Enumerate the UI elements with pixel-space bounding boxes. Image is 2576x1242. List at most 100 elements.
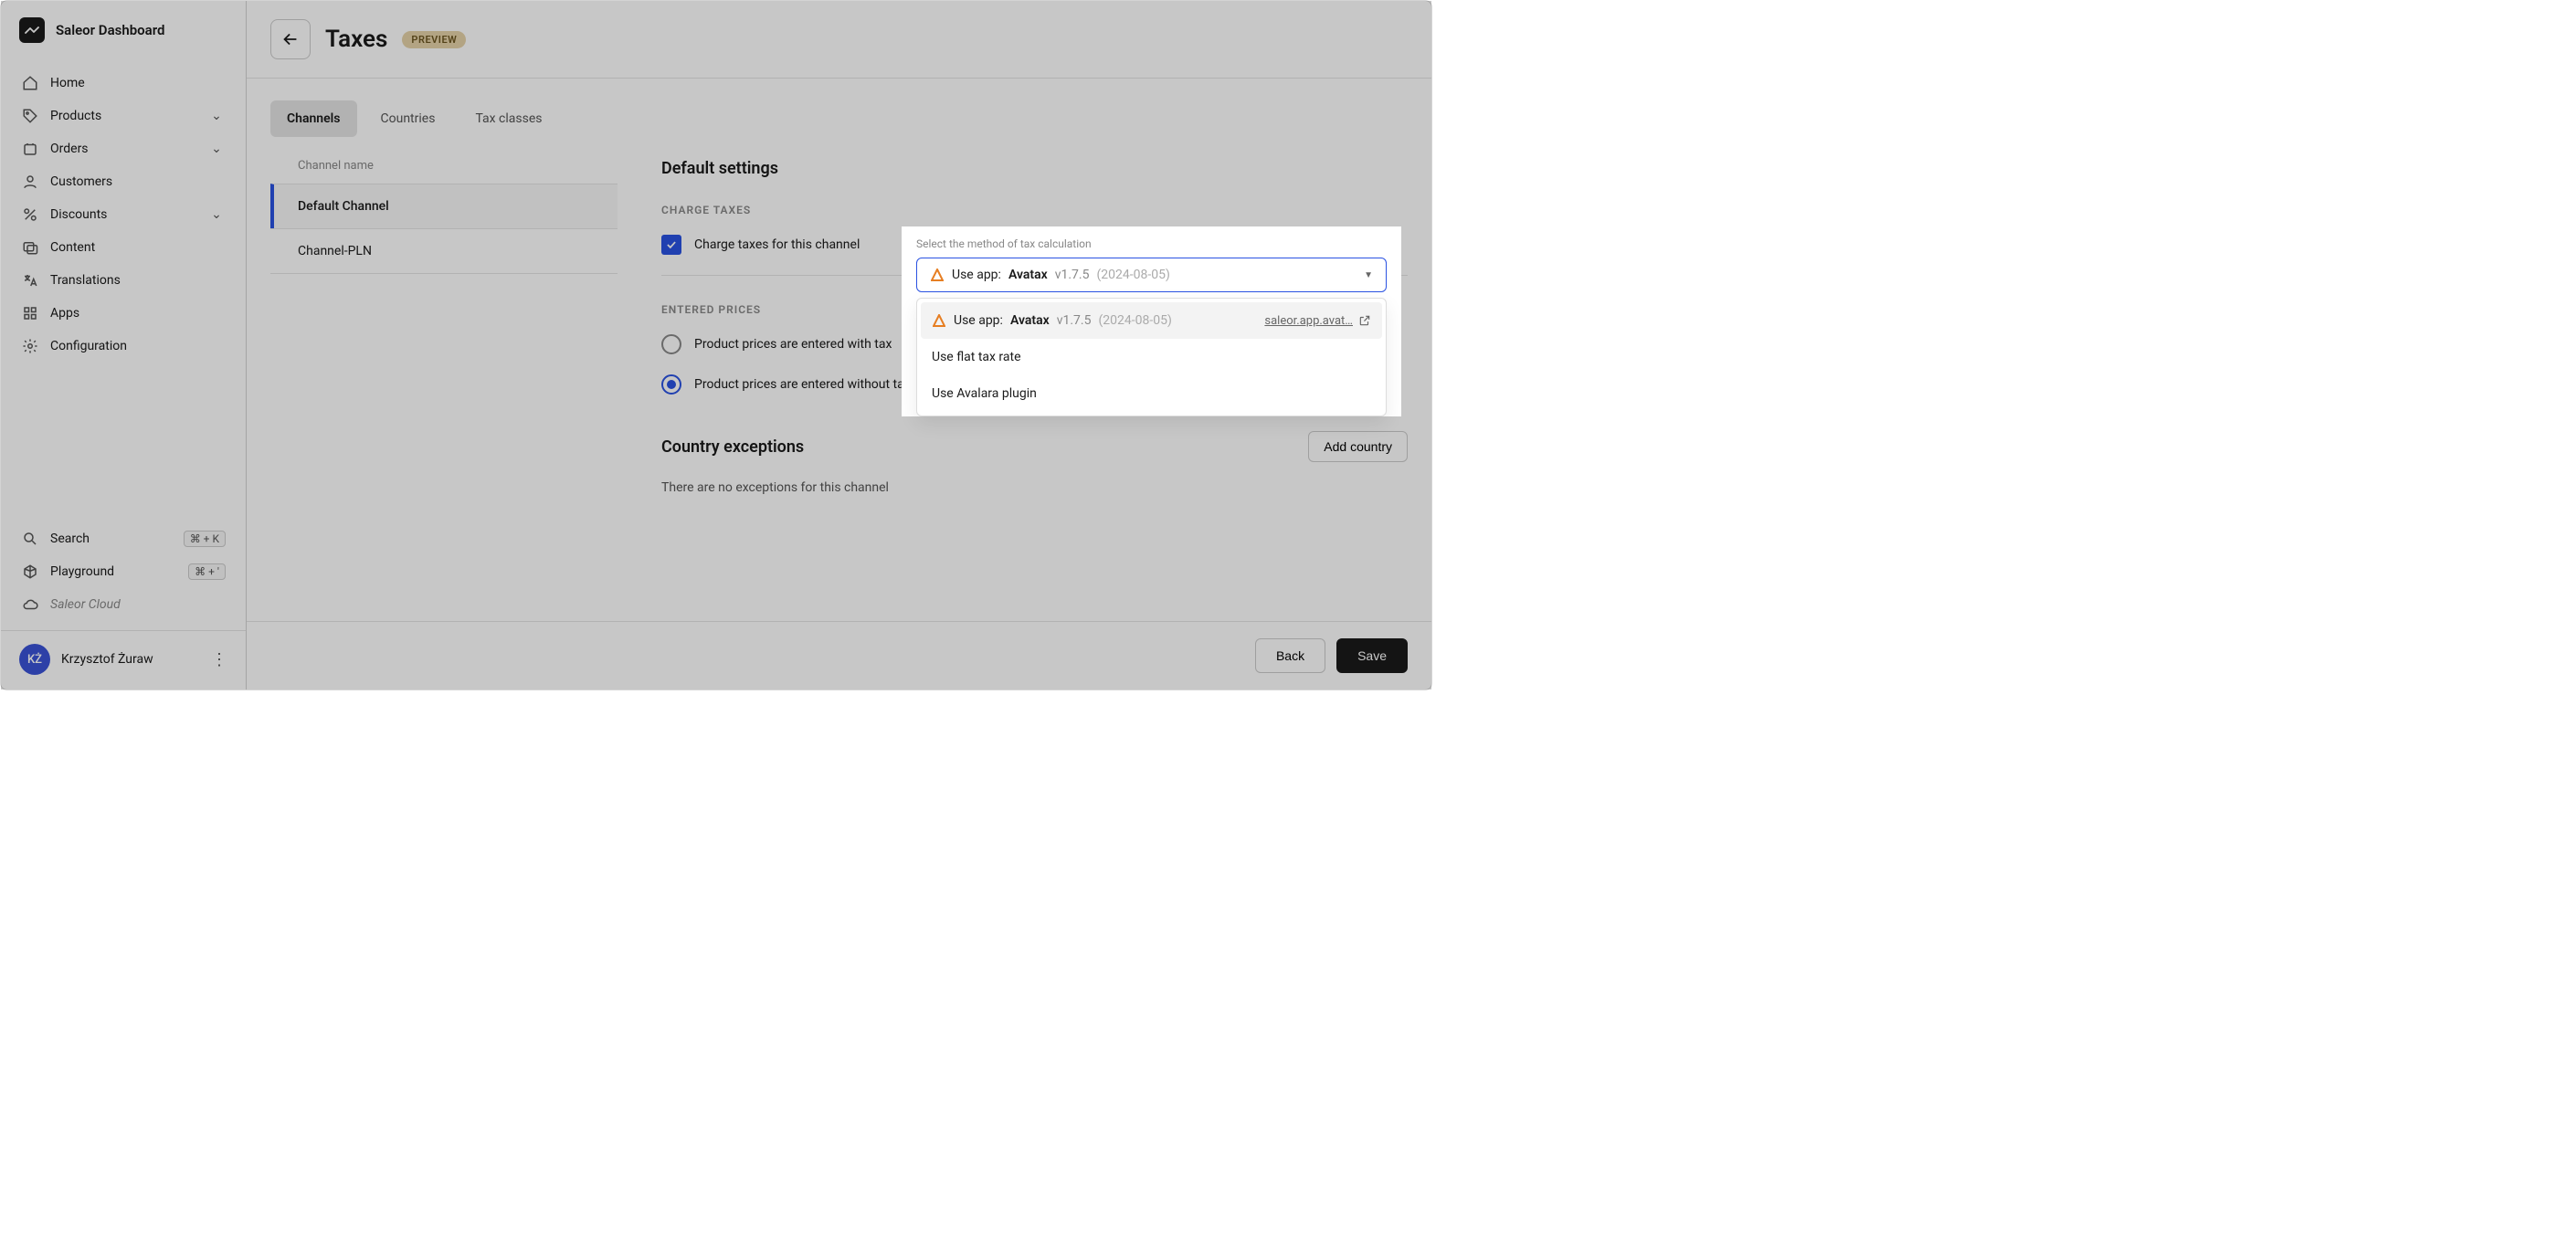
page-title: Taxes bbox=[325, 26, 387, 53]
prices-without-tax-radio[interactable] bbox=[661, 374, 681, 395]
select-date: (2024-08-05) bbox=[1096, 268, 1169, 282]
tab-tax-classes[interactable]: Tax classes bbox=[459, 100, 558, 137]
playground-kbd: ⌘ + ' bbox=[188, 563, 226, 580]
sidebar-item-content[interactable]: Content bbox=[10, 231, 237, 264]
sidebar-item-label: Configuration bbox=[50, 339, 127, 353]
prices-with-tax-radio[interactable] bbox=[661, 334, 681, 354]
sidebar-item-playground[interactable]: Playground ⌘ + ' bbox=[10, 555, 237, 588]
arrow-left-icon bbox=[280, 29, 301, 49]
channel-list-header: Channel name bbox=[270, 159, 618, 184]
avatar: KŻ bbox=[19, 644, 50, 675]
user-row: KŻ Krzysztof Żuraw ⋮ bbox=[1, 630, 246, 677]
tabs: Channels Countries Tax classes bbox=[270, 100, 1408, 137]
option-use-app: Use app: bbox=[954, 313, 1003, 328]
option-date: (2024-08-05) bbox=[1098, 313, 1171, 328]
back-form-button[interactable]: Back bbox=[1255, 638, 1325, 673]
save-button[interactable]: Save bbox=[1336, 638, 1408, 673]
charge-taxes-label: Charge taxes for this channel bbox=[694, 237, 860, 252]
sidebar-item-translations[interactable]: Translations bbox=[10, 264, 237, 297]
sidebar-item-products[interactable]: Products ⌄ bbox=[10, 100, 237, 132]
check-icon bbox=[665, 238, 678, 251]
select-version: v1.7.5 bbox=[1055, 268, 1090, 282]
add-country-button[interactable]: Add country bbox=[1308, 431, 1408, 462]
preview-badge: PREVIEW bbox=[402, 31, 466, 48]
sidebar-item-label: Search bbox=[50, 532, 90, 546]
option-label: Use flat tax rate bbox=[932, 350, 1021, 364]
brand-logo bbox=[19, 17, 45, 43]
cloud-icon bbox=[21, 595, 39, 614]
apps-icon bbox=[21, 304, 39, 322]
playground-icon bbox=[21, 563, 39, 581]
channel-list: Channel name Default Channel Channel-PLN bbox=[270, 159, 618, 495]
sidebar-item-cloud[interactable]: Saleor Cloud bbox=[10, 588, 237, 621]
brand: Saleor Dashboard bbox=[1, 14, 246, 59]
avatax-icon bbox=[930, 268, 945, 282]
home-icon bbox=[21, 74, 39, 92]
chevron-down-icon: ⌄ bbox=[207, 205, 226, 224]
sidebar-item-orders[interactable]: Orders ⌄ bbox=[10, 132, 237, 165]
tax-method-select[interactable]: Use app: Avatax v1.7.5 (2024-08-05) ▼ bbox=[916, 258, 1387, 292]
sidebar-item-label: Home bbox=[50, 76, 85, 90]
tag-icon bbox=[21, 107, 39, 125]
option-link-text: saleor.app.avat… bbox=[1264, 314, 1353, 328]
gear-icon bbox=[21, 337, 39, 355]
sidebar-item-label: Customers bbox=[50, 174, 112, 189]
prices-without-tax-label: Product prices are entered without tax bbox=[694, 377, 911, 392]
option-version: v1.7.5 bbox=[1057, 313, 1092, 328]
dropdown-option-avalara[interactable]: Use Avalara plugin bbox=[921, 375, 1382, 412]
sidebar-item-label: Saleor Cloud bbox=[50, 597, 121, 612]
charge-taxes-heading: CHARGE TAXES bbox=[661, 204, 1408, 216]
prices-with-tax-label: Product prices are entered with tax bbox=[694, 337, 892, 352]
channel-item[interactable]: Channel-PLN bbox=[270, 228, 618, 274]
sidebar-item-apps[interactable]: Apps bbox=[10, 297, 237, 330]
chevron-down-icon: ⌄ bbox=[207, 140, 226, 158]
orders-icon bbox=[21, 140, 39, 158]
nav-bottom: Search ⌘ + K Playground ⌘ + ' Saleor Clo… bbox=[1, 519, 246, 625]
sidebar-item-label: Translations bbox=[50, 273, 121, 288]
tax-method-dropdown: Use app: Avatax v1.7.5 (2024-08-05) sale… bbox=[916, 298, 1387, 416]
user-name: Krzysztof Żuraw bbox=[61, 652, 153, 667]
tab-channels[interactable]: Channels bbox=[270, 100, 357, 137]
channel-item[interactable]: Default Channel bbox=[270, 184, 618, 228]
select-app-name: Avatax bbox=[1008, 268, 1048, 282]
sidebar-item-configuration[interactable]: Configuration bbox=[10, 330, 237, 363]
back-button[interactable] bbox=[270, 19, 311, 59]
select-label: Select the method of tax calculation bbox=[916, 237, 1387, 250]
option-app-name: Avatax bbox=[1010, 313, 1050, 328]
search-icon bbox=[21, 530, 39, 548]
topbar: Taxes PREVIEW bbox=[247, 1, 1431, 79]
charge-taxes-checkbox[interactable] bbox=[661, 235, 681, 255]
bottom-bar: Back Save bbox=[247, 621, 1431, 689]
dropdown-option-flat[interactable]: Use flat tax rate bbox=[921, 339, 1382, 375]
sidebar-item-customers[interactable]: Customers bbox=[10, 165, 237, 198]
avatax-icon bbox=[932, 313, 946, 328]
sidebar-item-label: Playground bbox=[50, 564, 114, 579]
sidebar-item-home[interactable]: Home bbox=[10, 67, 237, 100]
brand-title: Saleor Dashboard bbox=[56, 22, 164, 38]
content-icon bbox=[21, 238, 39, 257]
sidebar-item-search[interactable]: Search ⌘ + K bbox=[10, 522, 237, 555]
translate-icon bbox=[21, 271, 39, 289]
option-avatax-link[interactable]: saleor.app.avat… bbox=[1264, 314, 1371, 328]
sidebar-item-discounts[interactable]: Discounts ⌄ bbox=[10, 198, 237, 231]
tab-countries[interactable]: Countries bbox=[364, 100, 452, 137]
user-menu-button[interactable]: ⋮ bbox=[211, 650, 227, 669]
settings-title: Default settings bbox=[661, 159, 1408, 178]
sidebar-item-label: Apps bbox=[50, 306, 79, 321]
chevron-down-icon: ⌄ bbox=[207, 107, 226, 125]
dropdown-option-avatax[interactable]: Use app: Avatax v1.7.5 (2024-08-05) sale… bbox=[921, 302, 1382, 339]
sidebar: Saleor Dashboard Home Products ⌄ Orders … bbox=[1, 1, 247, 689]
select-use-app: Use app: bbox=[952, 268, 1001, 282]
user-icon bbox=[21, 173, 39, 191]
percent-icon bbox=[21, 205, 39, 224]
no-exceptions-text: There are no exceptions for this channel bbox=[661, 480, 1408, 495]
external-link-icon bbox=[1358, 314, 1371, 327]
sidebar-item-label: Discounts bbox=[50, 207, 107, 222]
sidebar-item-label: Orders bbox=[50, 142, 89, 156]
search-kbd: ⌘ + K bbox=[184, 531, 226, 547]
option-label: Use Avalara plugin bbox=[932, 386, 1037, 401]
chevron-down-icon: ▼ bbox=[1364, 270, 1373, 280]
sidebar-item-label: Products bbox=[50, 109, 101, 123]
nav-main: Home Products ⌄ Orders ⌄ Customers Disco… bbox=[1, 59, 246, 519]
sidebar-item-label: Content bbox=[50, 240, 95, 255]
